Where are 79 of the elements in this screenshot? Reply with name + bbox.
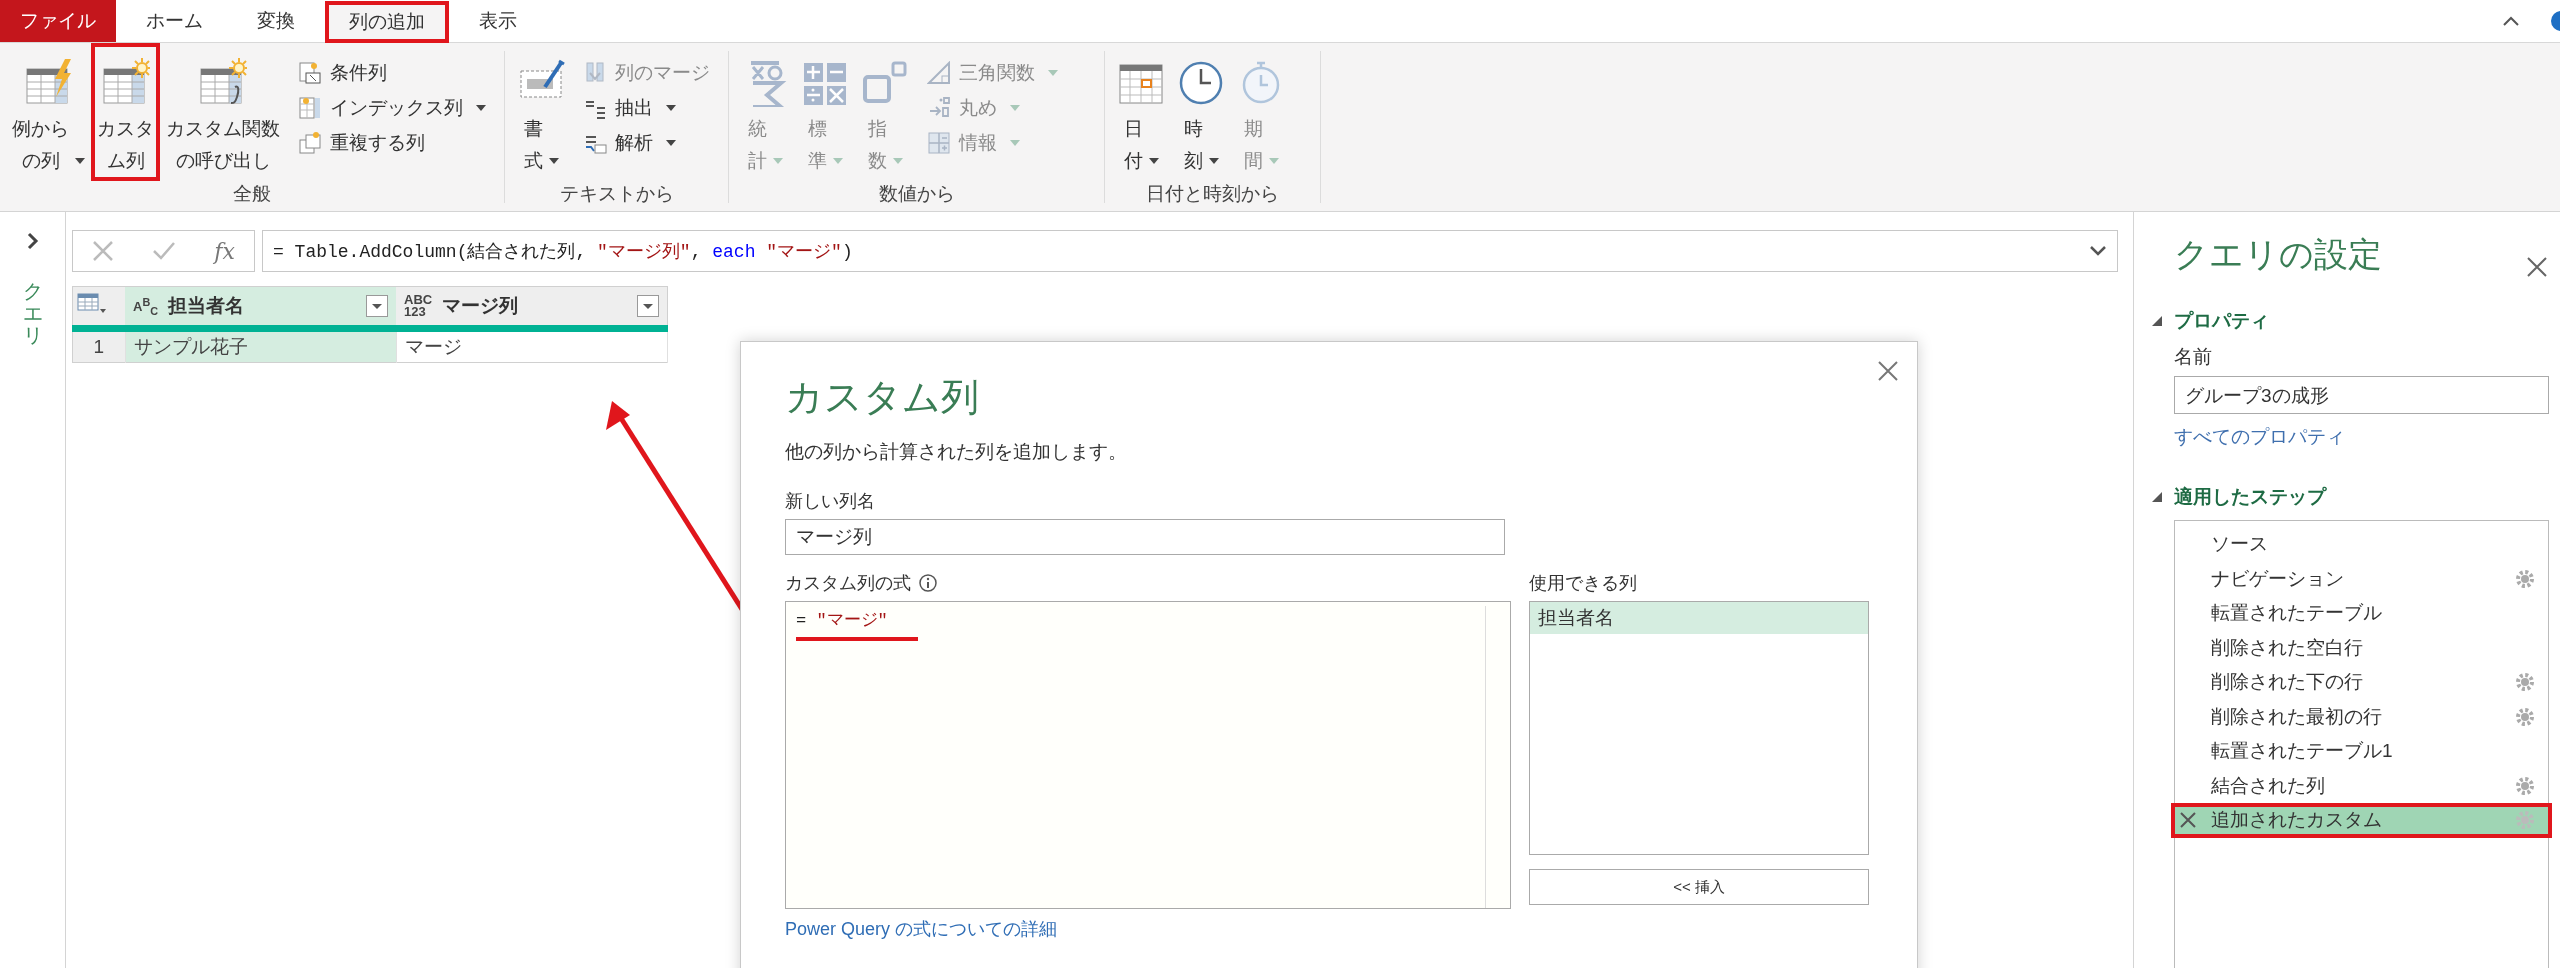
checkmark-icon[interactable] <box>152 241 177 261</box>
group-label: 数値から <box>877 182 956 206</box>
ribbon-tab[interactable]: ホーム <box>122 0 227 42</box>
step-item[interactable]: ソース <box>2171 527 2552 562</box>
information-icon <box>927 130 951 155</box>
section-header[interactable]: プロパティ <box>2174 308 2269 334</box>
group-label: 全般 <box>232 182 272 206</box>
table-lightning-icon <box>24 57 73 107</box>
conditional-column-icon <box>298 60 322 85</box>
step-item[interactable]: 削除された最初の行 <box>2171 699 2552 734</box>
step-item[interactable]: 転置されたテーブル <box>2171 596 2552 631</box>
ribbon-button[interactable]: 抽出 <box>575 90 718 125</box>
column-name-field[interactable]: マージ列 <box>785 519 1505 555</box>
merge-columns-icon <box>583 60 607 85</box>
dialog-title: カスタム列 <box>785 375 980 420</box>
formula-field[interactable]: = Table.AddColumn(結合された列, "マージ列", each "マージ") <box>262 230 2118 272</box>
column-header[interactable]: A$^{B}$$_{C}$ 担当者名 <box>125 286 396 329</box>
data-type-label[interactable]: ABC 123 <box>404 294 433 318</box>
insert-button[interactable]: << 挿入 <box>1529 869 1869 905</box>
duplicate-column-icon <box>298 130 322 155</box>
ribbon-button[interactable]: 書式 <box>511 43 571 181</box>
close-icon[interactable] <box>1877 360 1899 382</box>
help-link[interactable]: Power Query の式についての詳細 <box>785 917 1058 941</box>
expanded-triangle-icon[interactable] <box>2152 316 2162 326</box>
table-sun-icon <box>101 57 150 107</box>
delete-icon[interactable] <box>2179 811 2197 830</box>
step-item[interactable]: 結合された列 <box>2171 768 2552 803</box>
ribbon-button[interactable]: 条件列 <box>290 55 494 90</box>
filter-dropdown-icon[interactable] <box>637 295 659 317</box>
triangle-icon <box>927 60 951 85</box>
dialog-description: 他の列から計算された列を追加します。 <box>785 440 1128 464</box>
panel-title: クエリの設定 <box>2174 234 2382 275</box>
group-label: 日付と時刻から <box>1145 182 1280 206</box>
ribbon-button[interactable]: 例からの列 <box>6 43 91 181</box>
column-name: マージ列 <box>442 294 519 318</box>
formula-text: = Table.AddColumn(結合された列, "マージ列", each "マージ") <box>273 241 854 263</box>
file-tab[interactable]: ファイル <box>0 0 116 42</box>
field-label: 使用できる列 <box>1529 572 1637 595</box>
column-name: 担当者名 <box>168 294 245 318</box>
table-cell: マージ <box>396 328 668 363</box>
ribbon-button[interactable]: カスタム列 <box>91 43 160 181</box>
field-label: カスタム列の式 <box>785 572 911 595</box>
chevron-down-icon[interactable] <box>2089 245 2107 257</box>
query-name-field[interactable]: グループ3の成形 <box>2174 376 2549 414</box>
all-properties-link[interactable]: すべてのプロパティ <box>2174 424 2345 450</box>
table-function-icon <box>199 57 247 107</box>
step-item[interactable]: 削除された空白行 <box>2171 630 2552 665</box>
expression-text: = "マージ" <box>796 611 888 630</box>
info-icon[interactable] <box>919 574 937 592</box>
ribbon-tab[interactable]: 表示 <box>455 0 541 42</box>
ribbon-button[interactable]: インデックス列 <box>290 90 494 125</box>
insert-function-button[interactable]: fx <box>214 238 235 264</box>
filter-dropdown-icon[interactable] <box>366 295 388 317</box>
collapse-ribbon-icon[interactable] <box>2502 15 2520 27</box>
step-item[interactable]: 転置されたテーブル1 <box>2171 734 2552 769</box>
expression-field[interactable]: = "マージ" <box>785 601 1511 909</box>
table-menu-button[interactable] <box>72 286 125 329</box>
field-label: 名前 <box>2174 346 2212 367</box>
ribbon-button[interactable]: 解析 <box>575 125 718 160</box>
expanded-triangle-icon[interactable] <box>2152 492 2162 502</box>
table-icon <box>77 292 107 315</box>
ribbon-tab[interactable]: 列の追加 <box>325 1 449 43</box>
group-label: テキストから <box>558 182 675 206</box>
ribbon-button[interactable]: 日付 <box>1111 43 1171 181</box>
rounding-icon <box>927 95 951 120</box>
ribbon-button[interactable]: 重複する列 <box>290 125 494 160</box>
ribbon-button[interactable]: 時刻 <box>1171 43 1231 181</box>
expand-chevron-icon[interactable] <box>25 232 40 250</box>
ribbon-button[interactable]: カスタム関数の呼び出し <box>160 43 286 181</box>
queries-pane-label[interactable]: クエリ <box>22 280 43 346</box>
section-header[interactable]: 適用したステップ <box>2174 484 2326 510</box>
step-item[interactable]: 削除された下の行 <box>2171 665 2552 700</box>
step-item[interactable]: 追加されたカスタム <box>2171 803 2552 838</box>
list-item[interactable]: 担当者名 <box>1530 602 1868 634</box>
step-item[interactable]: ナビゲーション <box>2171 561 2552 596</box>
field-label: 新しい列名 <box>785 490 875 513</box>
close-icon[interactable] <box>2526 256 2548 278</box>
ribbon-tab[interactable]: 変換 <box>233 0 319 42</box>
index-column-icon <box>298 95 322 120</box>
